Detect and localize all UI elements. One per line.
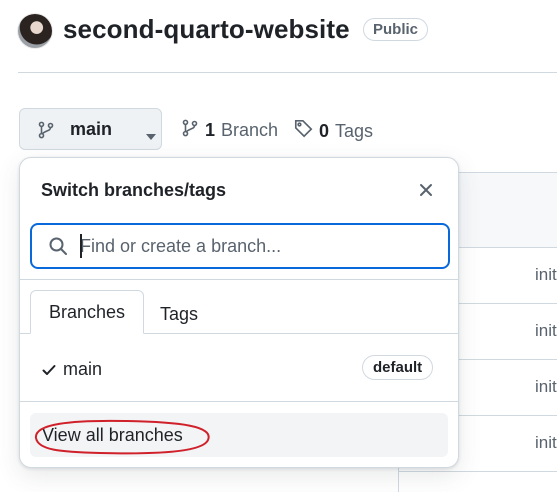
branch-selector-button[interactable]: main	[19, 108, 162, 150]
dropdown-title: Switch branches/tags	[41, 180, 227, 200]
default-badge: default	[362, 355, 434, 380]
branch-icon	[37, 121, 55, 144]
branches-count-link[interactable]: 1 Branch	[181, 119, 278, 142]
commit-message[interactable]: init	[535, 377, 557, 397]
view-all-branches-label: View all branches	[42, 425, 183, 445]
footer-divider	[20, 401, 458, 402]
visibility-badge: Public	[363, 18, 429, 41]
commit-message[interactable]: init	[535, 433, 557, 453]
caret-down-icon	[146, 127, 156, 145]
header-divider	[18, 72, 557, 73]
branch-icon	[181, 119, 199, 142]
tab-branches[interactable]: Branches	[30, 290, 144, 334]
branches-label: Branch	[221, 120, 279, 140]
branch-name: main	[63, 359, 103, 379]
text-cursor	[80, 234, 82, 258]
close-icon[interactable]	[416, 180, 436, 200]
tags-count: 0	[319, 120, 330, 141]
tags-label: Tags	[335, 120, 374, 141]
current-branch-label: main	[70, 119, 113, 139]
switch-branches-dropdown: Switch branches/tags Branches Tags	[19, 157, 459, 468]
repo-page: second-quarto-website Public main 1 Bran…	[0, 0, 557, 492]
repo-title[interactable]: second-quarto-website	[63, 14, 350, 45]
branch-search-input[interactable]	[80, 233, 435, 259]
commit-message[interactable]: init	[535, 321, 557, 341]
tag-icon	[294, 119, 313, 143]
tab-tags[interactable]: Tags	[160, 304, 198, 325]
view-all-branches-link[interactable]: View all branches	[30, 413, 448, 457]
branch-search-field[interactable]	[30, 223, 450, 269]
search-icon	[48, 236, 68, 261]
check-icon	[42, 363, 56, 381]
owner-avatar[interactable]	[18, 14, 52, 48]
tags-count-link[interactable]: 0 Tags	[294, 119, 373, 143]
branches-count: 1	[205, 120, 216, 140]
commit-message[interactable]: init	[535, 265, 557, 285]
branch-item-main[interactable]: main default	[30, 347, 450, 391]
